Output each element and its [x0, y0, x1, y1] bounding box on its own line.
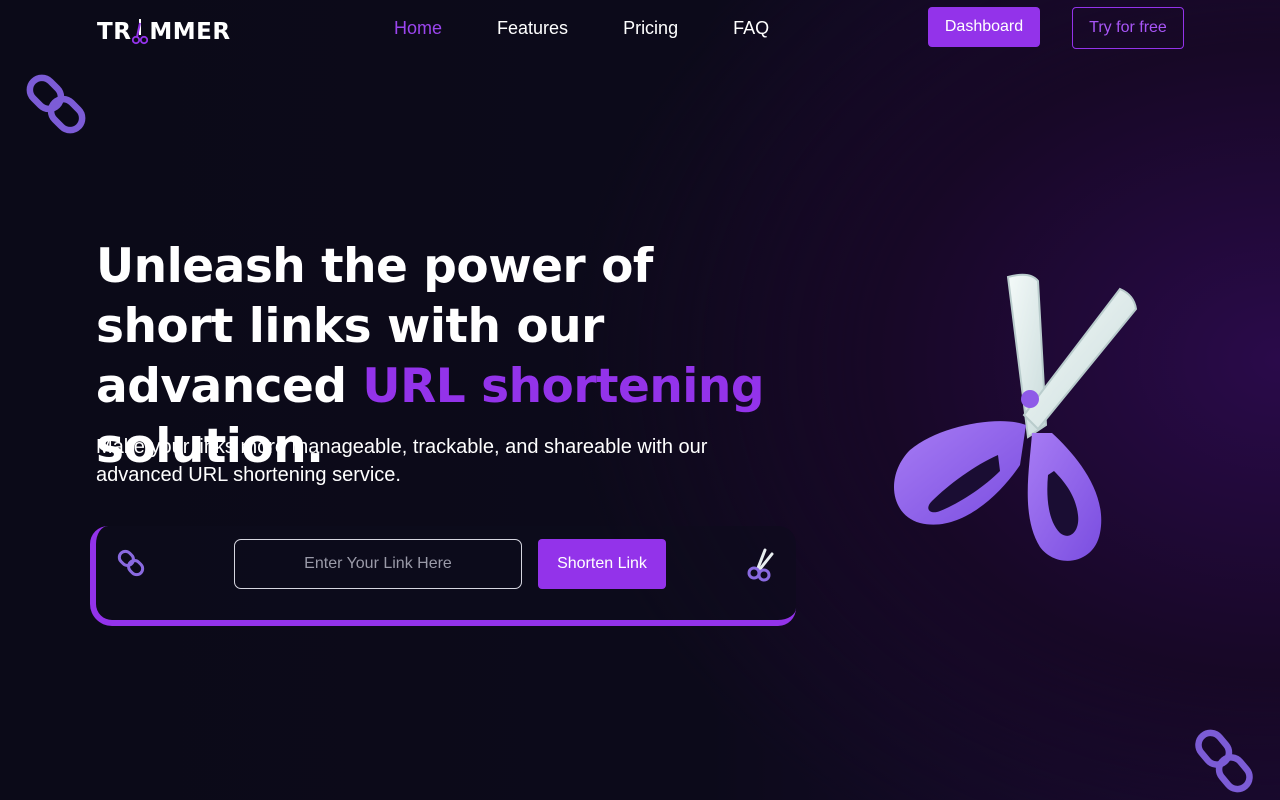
try-for-free-button[interactable]: Try for free [1072, 7, 1184, 49]
scissors-illustration [880, 265, 1150, 580]
logo-text-left: TR [97, 19, 132, 45]
hero-title-accent: URL shortening [362, 359, 765, 414]
logo-text-right: MMER [149, 19, 231, 45]
shorten-link-button[interactable]: Shorten Link [538, 539, 666, 589]
url-shortener-form: Shorten Link [90, 526, 796, 626]
nav-home[interactable]: Home [394, 18, 442, 38]
nav-pricing[interactable]: Pricing [623, 18, 678, 38]
logo-scissors-icon [132, 19, 149, 45]
chain-link-icon [24, 70, 88, 143]
logo[interactable]: TR MMER [97, 19, 231, 45]
nav-faq[interactable]: FAQ [733, 18, 769, 38]
link-input[interactable] [234, 539, 522, 589]
chain-link-icon [117, 548, 145, 583]
main-nav: Home Features Pricing FAQ [394, 18, 769, 38]
scissors-icon [745, 548, 775, 587]
chain-link-icon [1192, 726, 1256, 800]
hero-subtitle: Make your links more manageable, trackab… [96, 436, 708, 486]
nav-features[interactable]: Features [497, 18, 568, 38]
dashboard-button[interactable]: Dashboard [928, 7, 1040, 47]
